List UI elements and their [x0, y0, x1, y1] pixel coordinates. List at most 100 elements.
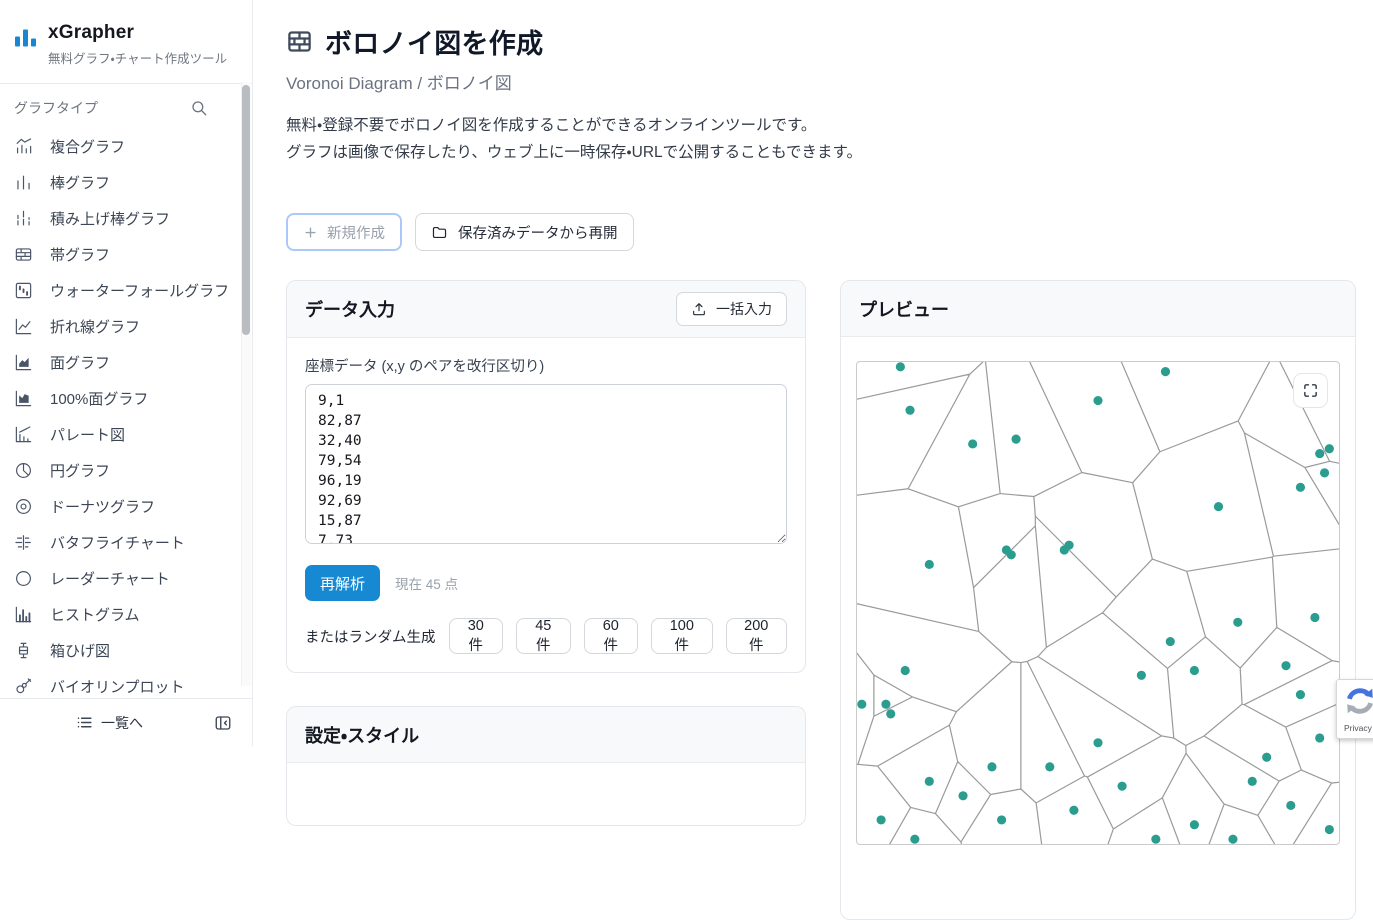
- sidebar-item-2[interactable]: 積み上げ棒グラフ: [0, 200, 252, 236]
- voronoi-seed-point: [987, 762, 996, 771]
- sidebar-item-label: ドーナツグラフ: [50, 496, 155, 517]
- voronoi-seed-point: [1320, 468, 1329, 477]
- area-chart-icon: [14, 353, 33, 372]
- voronoi-seed-point: [968, 439, 977, 448]
- random-option-100件[interactable]: 100件: [651, 618, 712, 654]
- random-generate-label: またはランダム生成: [305, 626, 436, 647]
- voronoi-seed-point: [1286, 801, 1295, 810]
- voronoi-seed-point: [1011, 435, 1020, 444]
- bulk-input-button[interactable]: 一括入力: [676, 292, 787, 326]
- sidebar-item-4[interactable]: ウォーターフォールグラフ: [0, 272, 252, 308]
- pie-chart-icon: [14, 461, 33, 480]
- recaptcha-icon: [1343, 684, 1373, 718]
- sidebar-scrollbar-thumb[interactable]: [242, 85, 250, 335]
- voronoi-seed-point: [1233, 618, 1242, 627]
- page-title: ボロノイ図を作成: [325, 22, 543, 61]
- sidebar-item-label: バタフライチャート: [50, 532, 185, 553]
- folder-icon: [431, 224, 448, 241]
- voronoi-seed-point: [958, 791, 967, 800]
- coords-label: 座標データ (x,y のペアを改行区切り): [305, 355, 787, 376]
- voronoi-seed-point: [905, 406, 914, 415]
- search-icon[interactable]: [190, 99, 208, 117]
- expand-icon: [1302, 382, 1319, 399]
- settings-style-title: 設定・スタイル: [305, 722, 419, 748]
- voronoi-seed-point: [1296, 483, 1305, 492]
- voronoi-seed-point: [1214, 502, 1223, 511]
- histogram-icon: [14, 605, 33, 624]
- new-create-label: 新規作成: [327, 222, 385, 243]
- voronoi-seed-point: [925, 560, 934, 569]
- sidebar-item-5[interactable]: 折れ線グラフ: [0, 308, 252, 344]
- sidebar-item-11[interactable]: バタフライチャート: [0, 524, 252, 560]
- panel-collapse-icon[interactable]: [214, 714, 232, 732]
- voronoi-seed-point: [1137, 671, 1146, 680]
- sidebar-footer: 一覧へ: [0, 698, 252, 746]
- table-grid-icon: [286, 28, 313, 55]
- sidebar-item-0[interactable]: 複合グラフ: [0, 128, 252, 164]
- sidebar-item-label: ウォーターフォールグラフ: [50, 280, 229, 301]
- random-option-30件[interactable]: 30件: [449, 618, 504, 654]
- sidebar-item-13[interactable]: ヒストグラム: [0, 596, 252, 632]
- coords-textarea[interactable]: [305, 384, 787, 544]
- sidebar-item-label: 積み上げ棒グラフ: [50, 208, 170, 229]
- voronoi-seed-point: [1281, 661, 1290, 670]
- voronoi-seed-point: [1248, 777, 1257, 786]
- recaptcha-badge[interactable]: Privacy - Terms: [1336, 679, 1373, 739]
- sidebar-item-8[interactable]: パレート図: [0, 416, 252, 452]
- fullscreen-button[interactable]: [1293, 373, 1328, 408]
- voronoi-seed-point: [1065, 541, 1074, 550]
- voronoi-seed-point: [901, 666, 910, 675]
- reanalyze-button[interactable]: 再解析: [305, 565, 380, 601]
- waterfall-chart-icon: [14, 281, 33, 300]
- sidebar-item-6[interactable]: 面グラフ: [0, 344, 252, 380]
- sidebar-item-14[interactable]: 箱ひげ図: [0, 632, 252, 668]
- sidebar-item-1[interactable]: 棒グラフ: [0, 164, 252, 200]
- preview-card: プレビュー: [840, 280, 1356, 920]
- butterfly-chart-icon: [14, 533, 33, 552]
- sidebar-item-label: パレート図: [50, 424, 125, 445]
- voronoi-seed-point: [1166, 637, 1175, 646]
- voronoi-seed-point: [1190, 666, 1199, 675]
- data-input-card: データ入力 一括入力 座標データ (x,y のペアを改行区切り) 再解析 現在 …: [286, 280, 806, 673]
- back-to-list-button[interactable]: 一覧へ: [76, 713, 143, 733]
- voronoi-seed-point: [886, 709, 895, 718]
- sidebar-item-label: 箱ひげ図: [50, 640, 110, 661]
- recaptcha-privacy-terms[interactable]: Privacy - Terms: [1344, 723, 1373, 733]
- voronoi-seed-point: [881, 700, 890, 709]
- pareto-chart-icon: [14, 425, 33, 444]
- main-content: ボロノイ図を作成 Voronoi Diagram / ボロノイ図 無料・登録不要…: [253, 0, 1373, 746]
- chart-type-section-label: グラフタイプ: [14, 98, 98, 118]
- sidebar-item-10[interactable]: ドーナツグラフ: [0, 488, 252, 524]
- sidebar-item-7[interactable]: 100%面グラフ: [0, 380, 252, 416]
- voronoi-seed-point: [925, 777, 934, 786]
- voronoi-seed-point: [896, 362, 905, 371]
- resume-saved-data-button[interactable]: 保存済みデータから再開: [415, 213, 634, 251]
- current-point-count: 現在 45 点: [395, 573, 458, 593]
- app-logo[interactable]: xGrapher 無料グラフ・チャート作成ツール: [0, 0, 252, 67]
- resume-saved-data-label: 保存済みデータから再開: [458, 222, 618, 243]
- voronoi-seed-point: [1310, 613, 1319, 622]
- sidebar-item-label: レーダーチャート: [50, 568, 170, 589]
- random-option-45件[interactable]: 45件: [516, 618, 571, 654]
- voronoi-seed-point: [1190, 820, 1199, 829]
- voronoi-seed-point: [857, 700, 866, 709]
- voronoi-seed-point: [1228, 835, 1237, 844]
- sidebar: xGrapher 無料グラフ・チャート作成ツール グラフタイプ 複合グラフ棒グラ…: [0, 0, 253, 746]
- area-100-chart-icon: [14, 389, 33, 408]
- bar-chart-logo-icon: [14, 24, 38, 51]
- random-option-200件[interactable]: 200件: [726, 618, 787, 654]
- chart-type-list: 複合グラフ棒グラフ積み上げ棒グラフ帯グラフウォーターフォールグラフ折れ線グラフ面…: [0, 128, 252, 704]
- sidebar-item-3[interactable]: 帯グラフ: [0, 236, 252, 272]
- sidebar-item-9[interactable]: 円グラフ: [0, 452, 252, 488]
- bulk-input-label: 一括入力: [716, 299, 772, 319]
- voronoi-seed-point: [1315, 449, 1324, 458]
- random-option-60件[interactable]: 60件: [584, 618, 639, 654]
- stacked-bar-icon: [14, 209, 33, 228]
- new-create-button[interactable]: 新規作成: [286, 213, 402, 251]
- description-line-1: 無料・登録不要でボロノイ図を作成することができるオンラインツールです。: [286, 112, 862, 139]
- band-chart-icon: [14, 245, 33, 264]
- sidebar-item-12[interactable]: レーダーチャート: [0, 560, 252, 596]
- plus-icon: [303, 225, 318, 240]
- voronoi-seed-point: [1315, 733, 1324, 742]
- data-input-title: データ入力: [305, 296, 395, 322]
